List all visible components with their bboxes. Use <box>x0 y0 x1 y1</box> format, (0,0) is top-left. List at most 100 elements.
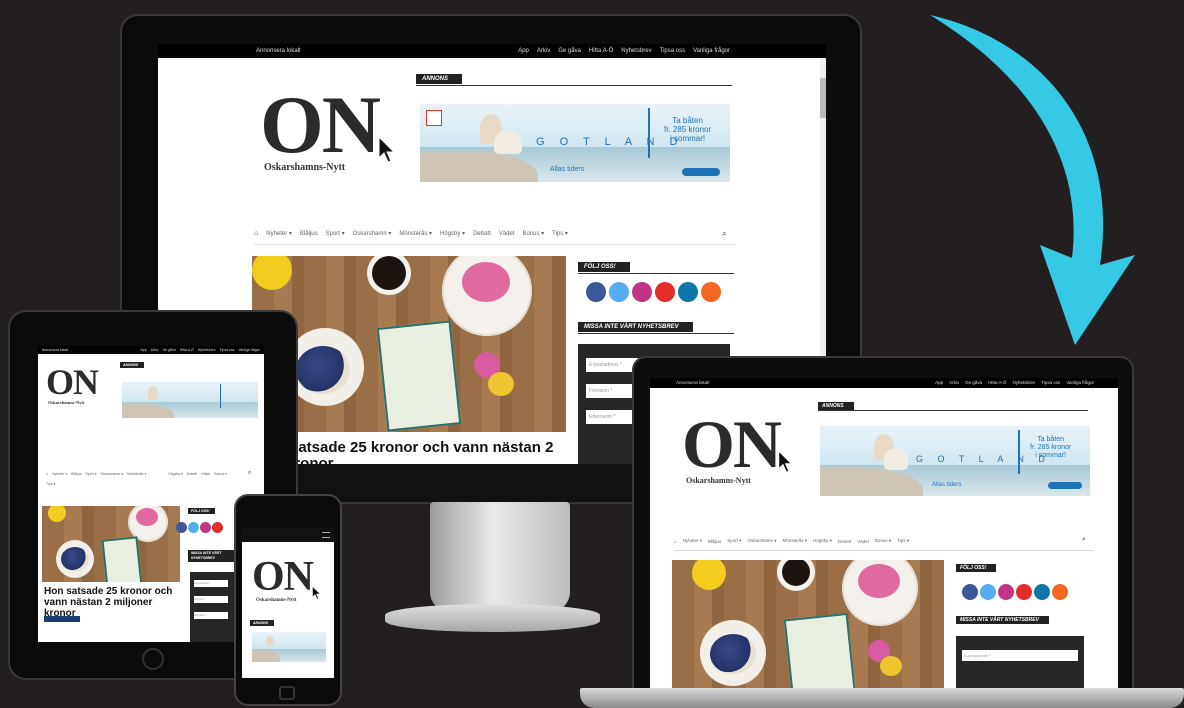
laptop-email-field[interactable]: E-postadress * <box>962 650 1078 661</box>
tablet-firstname-field[interactable]: Förnamn * <box>194 596 228 603</box>
laptop-ad-banner[interactable]: G O T L A N D Ta båten fr. 285 kronor i … <box>820 426 1090 496</box>
nav-item-sport[interactable]: Sport ▾ <box>326 230 345 237</box>
tablet-nav-monsteras[interactable]: Mönsterås ▾ <box>127 472 146 476</box>
tablet-nav-hogsby[interactable]: Högsby ▾ <box>168 472 183 476</box>
home-icon[interactable]: ⌂ <box>254 230 258 237</box>
tablet-nav-bonus[interactable]: Bonus ▾ <box>214 472 227 476</box>
tablet-twitter-icon[interactable] <box>188 522 199 533</box>
laptop-nav-blaljus[interactable]: Blåljus <box>708 539 721 544</box>
nav-item-monsteras[interactable]: Mönsterås ▾ <box>399 230 432 237</box>
ad-label: ANNONS <box>416 74 463 84</box>
laptop-nav-debatt[interactable]: Debatt <box>838 539 851 544</box>
nav-item-tips[interactable]: Tips ▾ <box>552 230 568 237</box>
laptop-youtube-icon[interactable] <box>1016 584 1032 600</box>
instagram-icon[interactable] <box>632 282 652 302</box>
tablet-ad-banner[interactable] <box>122 382 258 418</box>
tablet-logo[interactable]: ON Oskarshamns-Nytt <box>46 364 99 405</box>
tablet-lastname-field[interactable]: Efternamn * <box>194 612 228 619</box>
laptop-search-icon[interactable]: ⌕ <box>1082 536 1086 544</box>
rss-icon[interactable] <box>701 282 721 302</box>
linkedin-icon[interactable] <box>678 282 698 302</box>
laptop-topbar-link-find[interactable]: Hitta A-Ö <box>988 378 1006 388</box>
laptop-nav-bonus[interactable]: Bonus ▾ <box>875 538 891 544</box>
tablet-topbar-link-archive[interactable]: Arkiv <box>151 346 159 354</box>
tablet-nav-tips[interactable]: Tips ▾ <box>46 482 55 486</box>
topbar-advertise-link[interactable]: Annonsera lokalt <box>256 44 301 58</box>
tablet-instagram-icon[interactable] <box>200 522 211 533</box>
laptop-topbar-link-newsletter[interactable]: Nyhetsbrev <box>1012 378 1035 388</box>
tablet-newsletter-heading: MISSA INTE VÅRT NYHETSBREV <box>188 550 234 562</box>
topbar-link-faq[interactable]: Vanliga frågor <box>693 44 730 58</box>
article-image[interactable] <box>252 256 566 432</box>
laptop-topbar-link-app[interactable]: App <box>935 378 943 388</box>
nav-item-debatt[interactable]: Debatt <box>473 231 491 237</box>
article-headline[interactable]: satsade 25 kronor och vann nästan 2 r kr… <box>276 440 553 465</box>
topbar-link-app[interactable]: App <box>518 44 529 58</box>
laptop-linkedin-icon[interactable] <box>1034 584 1050 600</box>
laptop-facebook-icon[interactable] <box>962 584 978 600</box>
tablet-nav-oskarshamn[interactable]: Oskarshamn ▾ <box>101 472 124 476</box>
phone-menu-icon[interactable] <box>322 532 330 538</box>
topbar-link-find[interactable]: Hitta A-Ö <box>589 44 613 58</box>
tablet-topbar-advertise-link[interactable]: Annonsera lokalt <box>42 346 68 354</box>
laptop-rss-icon[interactable] <box>1052 584 1068 600</box>
tablet-nav-blaljus[interactable]: Blåljus <box>71 472 81 476</box>
tablet-search-icon[interactable]: ⌕ <box>248 470 251 477</box>
tablet-article-image[interactable] <box>42 506 180 582</box>
tablet-facebook-icon[interactable] <box>176 522 187 533</box>
laptop-article-image[interactable] <box>672 560 944 688</box>
nav-item-bonus[interactable]: Bonus ▾ <box>522 230 544 237</box>
ad-banner[interactable]: G O T L A N D Ta båten fr. 285 kronor i … <box>420 104 730 182</box>
site-logo[interactable]: ON Oskarshamns-Nytt <box>260 84 381 194</box>
facebook-icon[interactable] <box>586 282 606 302</box>
tablet-youtube-icon[interactable] <box>212 522 223 533</box>
laptop-nav-vadet[interactable]: Vädet <box>857 539 869 544</box>
nav-item-oskarshamn[interactable]: Oskarshamn ▾ <box>353 230 392 237</box>
topbar-link-newsletter[interactable]: Nyhetsbrev <box>621 44 651 58</box>
laptop-topbar-link-archive[interactable]: Arkiv <box>949 378 959 388</box>
tablet-nav-sport[interactable]: Sport ▾ <box>85 472 96 476</box>
tablet-topbar-link-faq[interactable]: Vanliga frågor <box>238 346 260 354</box>
laptop-nav-sport[interactable]: Sport ▾ <box>727 538 741 544</box>
nav-item-hogsby[interactable]: Högsby ▾ <box>440 230 465 237</box>
topbar-link-gift[interactable]: Ge gåva <box>558 44 581 58</box>
search-icon[interactable]: ⌕ <box>722 229 726 239</box>
nav-item-news[interactable]: Nyheter ▾ <box>266 230 292 237</box>
nav-item-blaljus[interactable]: Blåljus <box>300 231 318 237</box>
tablet-nav-vadet[interactable]: Vädet <box>201 472 210 476</box>
laptop-nav-hogsby[interactable]: Högsby ▾ <box>813 538 832 544</box>
laptop-nav-oskarshamn[interactable]: Oskarshamn ▾ <box>748 538 777 544</box>
laptop-nav-monsteras[interactable]: Mönsterås ▾ <box>783 538 808 544</box>
topbar-link-archive[interactable]: Arkiv <box>537 44 550 58</box>
tablet-nav-debatt[interactable]: Debatt <box>187 472 197 476</box>
nav-item-vadet[interactable]: Vädet <box>499 231 515 237</box>
laptop-logo[interactable]: ON Oskarshamns-Nytt <box>682 410 782 485</box>
laptop-nav-tips[interactable]: Tips ▾ <box>897 538 909 544</box>
laptop-topbar-link-tips[interactable]: Tipsa oss <box>1041 378 1060 388</box>
laptop-instagram-icon[interactable] <box>998 584 1014 600</box>
ad-cta-button[interactable] <box>682 168 720 176</box>
laptop-twitter-icon[interactable] <box>980 584 996 600</box>
laptop-nav-news[interactable]: Nyheter ▾ <box>683 538 702 544</box>
tablet-topbar-link-tips[interactable]: Tipsa oss <box>220 346 235 354</box>
laptop-topbar-link-gift[interactable]: Ge gåva <box>965 378 982 388</box>
tablet-article-headline[interactable]: Hon satsade 25 kronor och vann nästan 2 … <box>44 586 184 619</box>
tablet-topbar-link-newsletter[interactable]: Nyhetsbrev <box>198 346 216 354</box>
tablet-email-field[interactable]: E-postadress * <box>194 580 228 587</box>
phone-ad-banner[interactable] <box>252 632 326 662</box>
tablet-nav-news[interactable]: Nyheter ▾ <box>52 472 67 476</box>
laptop-topbar-advertise-link[interactable]: Annonsera lokalt <box>676 378 710 388</box>
tablet-topbar-link-gift[interactable]: Ge gåva <box>162 346 175 354</box>
topbar-link-tips[interactable]: Tipsa oss <box>660 44 685 58</box>
phone-home-button[interactable] <box>279 686 295 700</box>
twitter-icon[interactable] <box>609 282 629 302</box>
laptop-topbar-link-faq[interactable]: Vanliga frågor <box>1066 378 1094 388</box>
tablet-topbar-link-app[interactable]: App <box>140 346 146 354</box>
tablet-topbar-link-find[interactable]: Hitta A-Ö <box>180 346 194 354</box>
laptop-home-icon[interactable]: ⌂ <box>674 539 677 544</box>
youtube-icon[interactable] <box>655 282 675 302</box>
laptop-ad-cta-button[interactable] <box>1048 482 1082 489</box>
phone-logo[interactable]: ON Oskarshamns-Nytt <box>252 556 314 603</box>
tablet-home-icon[interactable]: ⌂ <box>46 472 48 476</box>
tablet-home-button[interactable] <box>142 648 164 670</box>
